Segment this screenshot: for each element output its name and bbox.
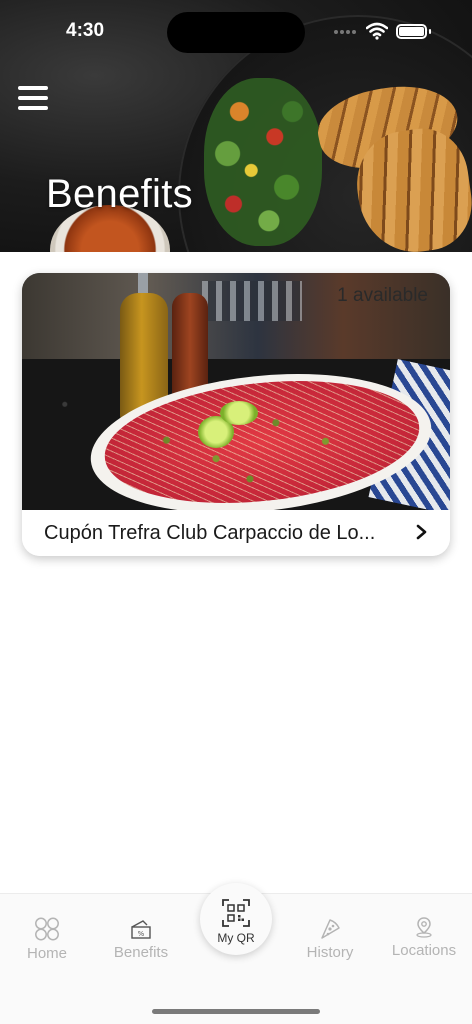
tab-benefits-label: Benefits (113, 944, 169, 961)
battery-tip (429, 29, 431, 34)
home-icon (35, 917, 59, 941)
location-pin-icon (416, 917, 432, 938)
tab-locations-label: Locations (391, 942, 457, 959)
hero-salad-image (204, 78, 322, 246)
dynamic-island (167, 12, 305, 53)
tab-history[interactable]: History (283, 894, 377, 974)
svg-text:%: % (138, 930, 145, 938)
my-qr-label: My QR (217, 931, 255, 945)
status-time: 4:30 (66, 20, 105, 41)
benefit-image: 1 available (22, 273, 450, 510)
availability-badge: 1 available (337, 285, 428, 306)
my-qr-button[interactable]: My QR (200, 883, 272, 955)
benefit-card[interactable]: 1 available Cupón Trefra Club Carpaccio … (22, 273, 450, 556)
hamburger-icon[interactable] (18, 86, 48, 110)
tab-benefits[interactable]: % Benefits (94, 894, 188, 974)
benefit-title: Cupón Trefra Club Carpaccio de Lo... (44, 522, 376, 544)
coupon-icon: % (131, 920, 151, 939)
qr-code-icon (222, 899, 250, 927)
benefit-card-footer[interactable]: Cupón Trefra Club Carpaccio de Lo... (22, 510, 450, 556)
page-title: Benefits (46, 172, 193, 216)
pizza-slice-icon (321, 919, 340, 939)
tab-history-label: History (306, 944, 354, 961)
tab-home-label: Home (26, 945, 67, 962)
chevron-right-icon[interactable] (416, 524, 428, 540)
cellular-signal-icon (334, 30, 356, 34)
wifi-icon (366, 22, 388, 40)
battery-icon (396, 24, 427, 39)
home-indicator[interactable] (152, 1009, 320, 1014)
tab-home[interactable]: Home (0, 894, 94, 974)
tab-locations[interactable]: Locations (377, 894, 471, 974)
